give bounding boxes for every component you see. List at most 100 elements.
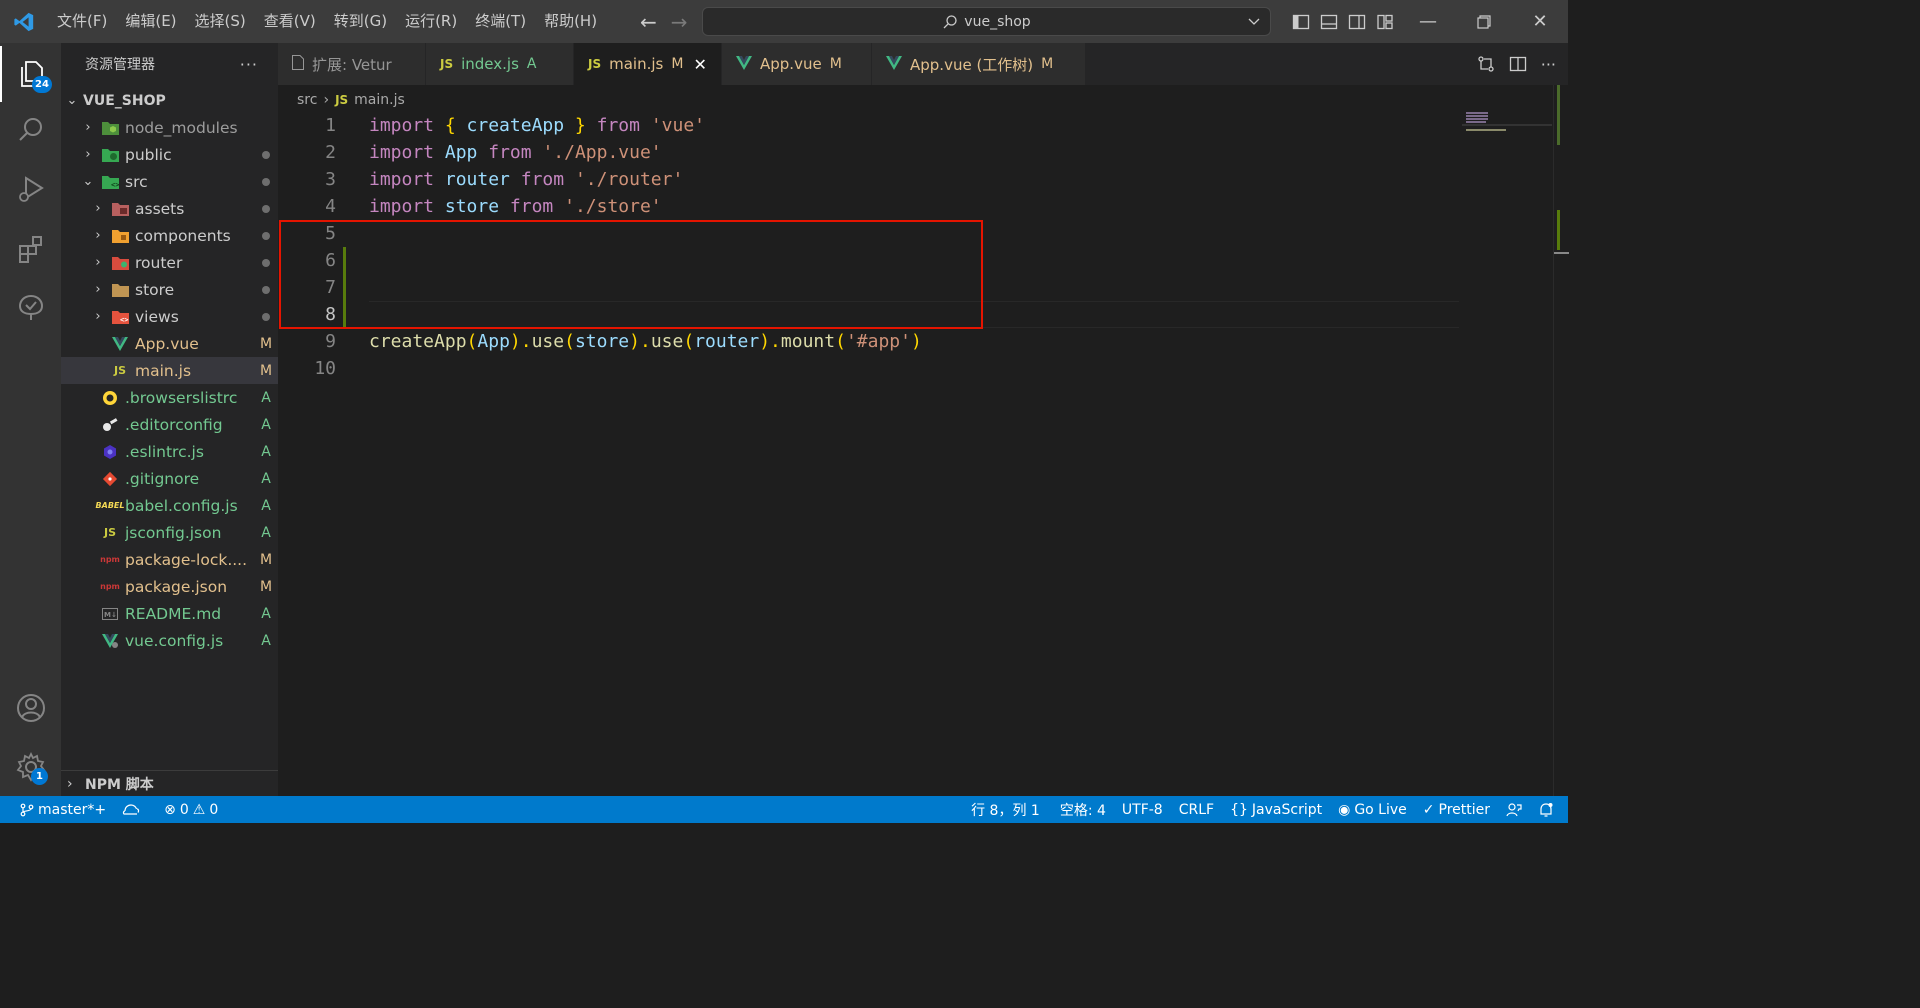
extensions-icon[interactable] <box>0 221 61 277</box>
feedback-icon[interactable] <box>1498 802 1530 818</box>
tree-item-package-json[interactable]: npm package.json M <box>61 573 278 600</box>
tab-app-vue-worktree[interactable]: App.vue (工作树) M <box>872 43 1086 85</box>
search-icon[interactable] <box>0 102 61 158</box>
menu-help[interactable]: 帮助(H) <box>535 0 606 43</box>
split-editor-icon[interactable] <box>1509 55 1527 73</box>
go-live-button[interactable]: ◉ Go Live <box>1330 802 1415 818</box>
settings-gear-icon[interactable]: 1 <box>0 739 61 795</box>
tree-item-views[interactable]: › <> views <box>61 303 278 330</box>
toggle-primary-sidebar-icon[interactable] <box>1292 13 1310 31</box>
menu-go[interactable]: 转到(G) <box>325 0 396 43</box>
chevron-right-icon: › <box>95 201 101 216</box>
menu-file[interactable]: 文件(F) <box>48 0 116 43</box>
menu-run[interactable]: 运行(R) <box>396 0 466 43</box>
close-window-icon[interactable]: ✕ <box>1512 0 1568 43</box>
tree-item-app-vue[interactable]: App.vue M <box>61 330 278 357</box>
double-check-icon: ✓ <box>1422 801 1435 818</box>
line-number: 4 <box>325 196 336 217</box>
forward-arrow-icon[interactable]: → <box>671 10 688 34</box>
menu-view[interactable]: 查看(V) <box>255 0 325 43</box>
explorer-icon[interactable]: 24 <box>0 46 61 102</box>
tree-item-label: .eslintrc.js <box>125 442 204 461</box>
end-of-line[interactable]: CRLF <box>1171 802 1222 818</box>
source-control-tree-icon[interactable] <box>0 279 61 335</box>
toggle-secondary-sidebar-icon[interactable] <box>1348 13 1366 31</box>
more-actions-icon[interactable]: ··· <box>1541 55 1556 74</box>
open-changes-icon[interactable] <box>1477 55 1495 73</box>
encoding[interactable]: UTF-8 <box>1114 802 1171 818</box>
tab-app-vue[interactable]: App.vue M <box>722 43 872 85</box>
breadcrumb-file[interactable]: main.js <box>354 92 405 108</box>
public-folder-icon <box>101 146 119 164</box>
prettier-status[interactable]: ✓ Prettier <box>1415 802 1498 818</box>
git-status-badge: A <box>261 605 271 622</box>
menu-bar: 文件(F) 编辑(E) 选择(S) 查看(V) 转到(G) 运行(R) 终端(T… <box>48 0 606 43</box>
components-folder-icon <box>111 227 129 245</box>
title-bar: 文件(F) 编辑(E) 选择(S) 查看(V) 转到(G) 运行(R) 终端(T… <box>0 0 1568 43</box>
back-arrow-icon[interactable]: ← <box>640 10 657 34</box>
tree-item-eslintrc[interactable]: .eslintrc.js A <box>61 438 278 465</box>
more-actions-icon[interactable]: ··· <box>240 55 258 74</box>
tree-item-node-modules[interactable]: › node_modules <box>61 114 278 141</box>
search-icon <box>943 14 957 28</box>
menu-terminal[interactable]: 终端(T) <box>466 0 535 43</box>
indentation[interactable]: 空格: 4 <box>1048 800 1114 820</box>
tab-extension-vetur[interactable]: 扩展: Vetur <box>278 43 426 85</box>
code-line: 2 import App from './App.vue' <box>278 139 1458 166</box>
tree-item-vue-config[interactable]: vue.config.js A <box>61 627 278 654</box>
cursor-position[interactable]: 行 8，列 1 <box>963 800 1048 820</box>
babel-icon: BABEL <box>95 501 125 510</box>
tree-item-router[interactable]: › router <box>61 249 278 276</box>
tree-item-main-js[interactable]: JS main.js M <box>61 357 278 384</box>
customize-layout-icon[interactable] <box>1376 13 1394 31</box>
restore-icon[interactable] <box>1456 0 1512 43</box>
close-tab-icon[interactable]: ✕ <box>693 55 706 74</box>
tree-item-label: .editorconfig <box>125 415 223 434</box>
tree-item-readme[interactable]: M↓ README.md A <box>61 600 278 627</box>
tree-item-babel-config[interactable]: BABEL babel.config.js A <box>61 492 278 519</box>
node-folder-icon <box>101 119 119 137</box>
tree-item-jsconfig[interactable]: JS jsconfig.json A <box>61 519 278 546</box>
go-live-label: Go Live <box>1354 801 1407 818</box>
vue-config-icon <box>101 632 119 650</box>
toggle-panel-icon[interactable] <box>1320 13 1338 31</box>
npm-icon: npm <box>100 555 120 564</box>
project-folder[interactable]: ⌄ VUE_SHOP <box>61 87 278 114</box>
folder-icon <box>111 281 129 299</box>
tree-item-public[interactable]: › public <box>61 141 278 168</box>
branch-name: master*+ <box>38 801 107 818</box>
command-center-search[interactable]: vue_shop <box>702 7 1271 36</box>
line-number: 3 <box>325 169 336 190</box>
tab-main-js[interactable]: JS main.js M ✕ <box>574 43 722 85</box>
tree-item-label: components <box>135 226 231 245</box>
chevron-down-icon[interactable] <box>1246 13 1262 29</box>
tree-item-package-lock[interactable]: npm package-lock.... M <box>61 546 278 573</box>
menu-selection[interactable]: 选择(S) <box>186 0 255 43</box>
tree-item-label: .gitignore <box>125 469 200 488</box>
sync-icon[interactable] <box>114 803 148 817</box>
git-status-badge: M <box>259 335 273 352</box>
language-mode[interactable]: {} JavaScript <box>1222 802 1330 818</box>
problems-status[interactable]: ⊗ 0 ⚠ 0 <box>148 802 226 818</box>
chevron-right-icon: › <box>95 282 101 297</box>
notifications-bell-icon[interactable] <box>1530 802 1568 818</box>
minimap[interactable] <box>1462 112 1552 152</box>
tree-item-browserslistrc[interactable]: .browserslistrc A <box>61 384 278 411</box>
tree-item-label: README.md <box>125 604 222 623</box>
menu-edit[interactable]: 编辑(E) <box>116 0 185 43</box>
vue-file-icon <box>111 335 129 353</box>
tree-item-assets[interactable]: › assets <box>61 195 278 222</box>
git-branch-status[interactable]: master*+ <box>0 802 114 818</box>
tree-item-store[interactable]: › store <box>61 276 278 303</box>
npm-scripts-section[interactable]: › NPM 脚本 <box>61 770 278 796</box>
tree-item-src[interactable]: ⌄ <> src <box>61 168 278 195</box>
tab-index-js[interactable]: JS index.js A <box>426 43 574 85</box>
run-debug-icon[interactable] <box>0 161 61 217</box>
vertical-scrollbar[interactable] <box>1553 85 1569 796</box>
tree-item-components[interactable]: › components <box>61 222 278 249</box>
tree-item-editorconfig[interactable]: .editorconfig A <box>61 411 278 438</box>
accounts-icon[interactable] <box>0 680 61 736</box>
breadcrumb-folder[interactable]: src <box>297 92 317 108</box>
tree-item-gitignore[interactable]: .gitignore A <box>61 465 278 492</box>
minimize-icon[interactable]: — <box>1400 0 1456 43</box>
